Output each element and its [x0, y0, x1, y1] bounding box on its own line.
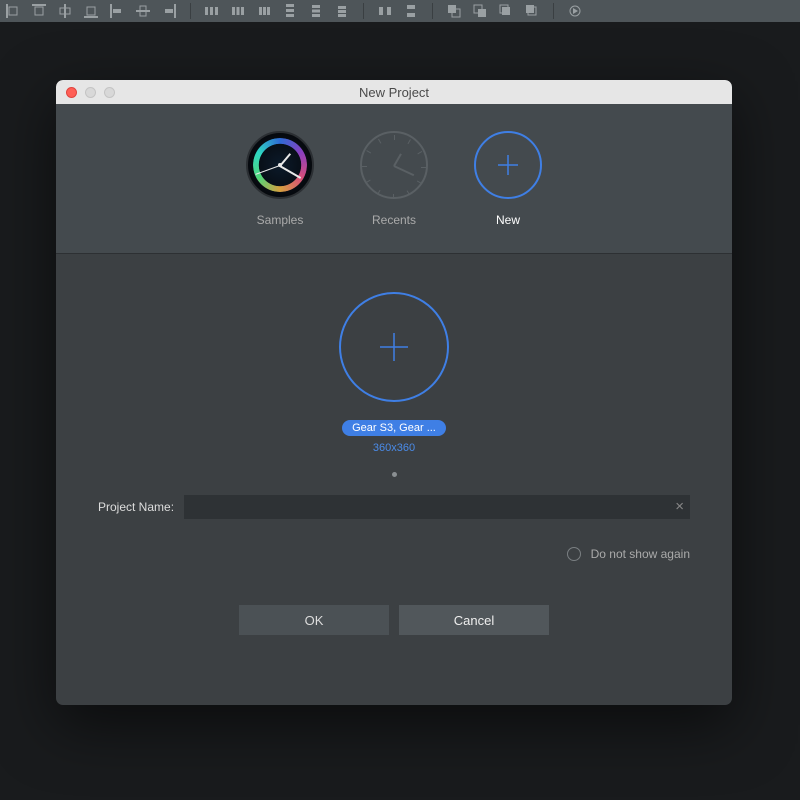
window-controls — [56, 87, 115, 98]
bring-forward-icon[interactable] — [499, 4, 513, 18]
distribute-left-icon[interactable] — [205, 4, 219, 18]
project-type-tabs: Samples — [56, 104, 732, 254]
device-resolution: 360x360 — [373, 442, 415, 454]
toolbar-separator — [553, 3, 554, 19]
tab-new[interactable]: New — [474, 131, 542, 227]
page-indicator — [392, 472, 397, 477]
align-left-icon[interactable] — [110, 4, 124, 18]
alignment-toolbar — [0, 0, 800, 22]
bring-front-icon[interactable] — [447, 4, 461, 18]
recents-clock-icon — [360, 131, 428, 199]
tab-recents[interactable]: Recents — [360, 131, 428, 227]
samples-watchface-icon — [246, 131, 314, 199]
project-name-input[interactable] — [184, 495, 690, 519]
device-select[interactable]: Gear S3, Gear ... — [342, 420, 446, 436]
radio-icon[interactable] — [567, 547, 581, 561]
spacing-h-icon[interactable] — [378, 4, 392, 18]
clear-input-icon[interactable]: × — [675, 498, 684, 516]
distribute-top-icon[interactable] — [283, 4, 297, 18]
distribute-hcenter-icon[interactable] — [231, 4, 245, 18]
add-device-button[interactable] — [339, 292, 449, 402]
dialog-title: New Project — [56, 85, 732, 100]
align-top-icon[interactable] — [32, 4, 46, 18]
toolbar-separator — [363, 3, 364, 19]
do-not-show-label: Do not show again — [591, 547, 690, 561]
tab-label: New — [496, 213, 520, 227]
cancel-button[interactable]: Cancel — [399, 605, 549, 635]
dialog-content: Gear S3, Gear ... 360x360 Project Name: … — [56, 254, 732, 705]
tab-label: Samples — [257, 213, 304, 227]
zoom-window-icon — [104, 87, 115, 98]
close-window-icon[interactable] — [66, 87, 77, 98]
spacing-v-icon[interactable] — [404, 4, 418, 18]
send-backward-icon[interactable] — [525, 4, 539, 18]
dialog-buttons: OK Cancel — [239, 605, 549, 635]
distribute-bottom-icon[interactable] — [335, 4, 349, 18]
new-plus-icon — [474, 131, 542, 199]
align-hcenter-icon[interactable] — [136, 4, 150, 18]
send-back-icon[interactable] — [473, 4, 487, 18]
align-left-edge-icon[interactable] — [6, 4, 20, 18]
dialog-titlebar: New Project — [56, 80, 732, 104]
distribute-vcenter-icon[interactable] — [309, 4, 323, 18]
project-name-input-wrap: × — [184, 495, 690, 519]
distribute-right-icon[interactable] — [257, 4, 271, 18]
align-bottom-icon[interactable] — [84, 4, 98, 18]
toolbar-separator — [432, 3, 433, 19]
align-vcenter-icon[interactable] — [58, 4, 72, 18]
tab-label: Recents — [372, 213, 416, 227]
tab-samples[interactable]: Samples — [246, 131, 314, 227]
minimize-window-icon — [85, 87, 96, 98]
project-name-row: Project Name: × — [56, 495, 732, 519]
project-name-label: Project Name: — [98, 500, 174, 514]
ok-button[interactable]: OK — [239, 605, 389, 635]
new-project-dialog: New Project Samples — [56, 80, 732, 705]
toolbar-separator — [190, 3, 191, 19]
do-not-show-row[interactable]: Do not show again — [567, 547, 732, 561]
align-right-icon[interactable] — [162, 4, 176, 18]
run-icon[interactable] — [568, 4, 582, 18]
